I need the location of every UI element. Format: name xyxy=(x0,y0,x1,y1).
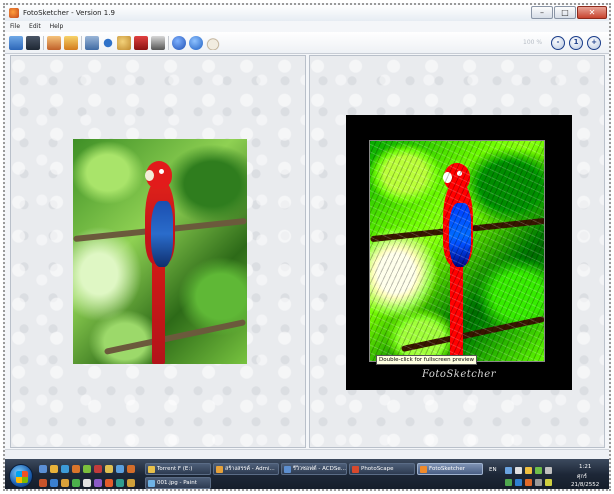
quicklaunch-icon[interactable] xyxy=(127,465,135,473)
tray-icon[interactable] xyxy=(525,479,532,486)
fullscreen-tooltip: Double-click for fullscreen preview xyxy=(376,355,478,365)
coffee-icon[interactable] xyxy=(206,36,220,50)
info-icon[interactable] xyxy=(172,36,186,50)
undo-icon[interactable] xyxy=(101,36,115,50)
result-image-pane[interactable]: Double-click for fullscreen preview Foto… xyxy=(309,55,605,448)
save-icon[interactable] xyxy=(26,36,40,50)
minimize-button[interactable]: – xyxy=(531,6,553,19)
network-icon[interactable] xyxy=(505,467,512,474)
quicklaunch-icon[interactable] xyxy=(116,465,124,473)
zoom-in-icon[interactable]: + xyxy=(587,36,601,50)
menu-help[interactable]: Help xyxy=(50,23,64,30)
parrot-tail xyxy=(152,259,165,364)
original-photo[interactable] xyxy=(73,139,247,364)
frame-icon[interactable] xyxy=(151,36,165,50)
show-desktop-icon[interactable] xyxy=(39,465,47,473)
quicklaunch-icon[interactable] xyxy=(105,479,113,487)
fotosketcher-signature: FotoSketcher xyxy=(421,369,497,380)
task-photoscape[interactable]: PhotoScape xyxy=(349,463,415,475)
tray-icon[interactable] xyxy=(505,479,512,486)
quicklaunch-icon[interactable] xyxy=(50,479,58,487)
tray-icon[interactable] xyxy=(545,479,552,486)
tray-icon[interactable] xyxy=(515,467,522,474)
tray-icon[interactable] xyxy=(525,467,532,474)
palette-icon[interactable] xyxy=(117,36,131,50)
quicklaunch-icon[interactable] xyxy=(127,479,135,487)
quicklaunch-icon[interactable] xyxy=(83,479,91,487)
fotosketcher-app-icon xyxy=(9,8,19,18)
window-title: FotoSketcher - Version 1.9 xyxy=(23,9,115,17)
choose-effect-icon[interactable] xyxy=(85,36,99,50)
windows-logo-icon xyxy=(16,471,28,483)
toolbar: 100 % - 1 + xyxy=(5,32,609,54)
parrot-wing xyxy=(151,201,173,267)
zoom-fit-icon[interactable]: 1 xyxy=(569,36,583,50)
clock-day: ศุกร์ xyxy=(577,474,587,480)
menu-file[interactable]: File xyxy=(10,23,20,30)
quicklaunch-icon[interactable] xyxy=(94,479,102,487)
task-paint[interactable]: 001.jpg - Paint xyxy=(145,477,211,489)
tray-icon[interactable] xyxy=(535,467,542,474)
browser-icon[interactable] xyxy=(61,465,69,473)
task-fotosketcher[interactable]: FotoSketcher xyxy=(417,463,483,475)
clock-date: 21/8/2552 xyxy=(571,482,600,488)
language-indicator[interactable]: EN xyxy=(489,467,497,473)
zoom-out-icon[interactable]: - xyxy=(551,36,565,50)
task-torrent[interactable]: Torrent F (E:) xyxy=(145,463,211,475)
application-window: FotoSketcher - Version 1.9 – □ ✕ File Ed… xyxy=(3,3,611,491)
load-settings-icon[interactable] xyxy=(47,36,61,50)
tray-icon[interactable] xyxy=(535,479,542,486)
clock-time[interactable]: 1:21 xyxy=(579,464,591,470)
menu-edit[interactable]: Edit xyxy=(29,23,41,30)
volume-icon[interactable] xyxy=(545,467,552,474)
close-button[interactable]: ✕ xyxy=(577,6,607,19)
explorer-icon[interactable] xyxy=(50,465,58,473)
quicklaunch-icon[interactable] xyxy=(116,479,124,487)
status-bar xyxy=(5,449,609,459)
save-settings-icon[interactable] xyxy=(64,36,78,50)
maximize-button[interactable]: □ xyxy=(554,6,576,19)
taskbar: Torrent F (E:) สร้างสรรค์ - Admi... รีวิ… xyxy=(5,459,609,489)
start-button[interactable] xyxy=(9,464,33,488)
original-image-pane[interactable] xyxy=(10,55,306,448)
text-icon[interactable] xyxy=(134,36,148,50)
menu-bar: File Edit Help xyxy=(5,21,609,32)
quicklaunch-icon[interactable] xyxy=(105,465,113,473)
result-preview[interactable]: Double-click for fullscreen preview Foto… xyxy=(346,115,572,390)
quicklaunch-icon[interactable] xyxy=(72,479,80,487)
tray-icon[interactable] xyxy=(515,479,522,486)
system-tray: EN 1:21 ศุกร์ 21/8/2552 xyxy=(487,461,609,489)
quicklaunch-icon[interactable] xyxy=(61,479,69,487)
quicklaunch-icon[interactable] xyxy=(94,465,102,473)
task-admin[interactable]: สร้างสรรค์ - Admi... xyxy=(213,463,279,475)
quicklaunch-icon[interactable] xyxy=(83,465,91,473)
help-icon[interactable] xyxy=(189,36,203,50)
sketched-image[interactable] xyxy=(369,140,545,362)
quicklaunch-icon[interactable] xyxy=(39,479,47,487)
open-folder-icon[interactable] xyxy=(9,36,23,50)
zoom-level: 100 % xyxy=(523,39,543,46)
firefox-icon[interactable] xyxy=(72,465,80,473)
title-bar[interactable]: FotoSketcher - Version 1.9 – □ ✕ xyxy=(5,5,609,21)
task-acdsee[interactable]: รีวิวซอฟต์ - ACDSe... xyxy=(281,463,347,475)
